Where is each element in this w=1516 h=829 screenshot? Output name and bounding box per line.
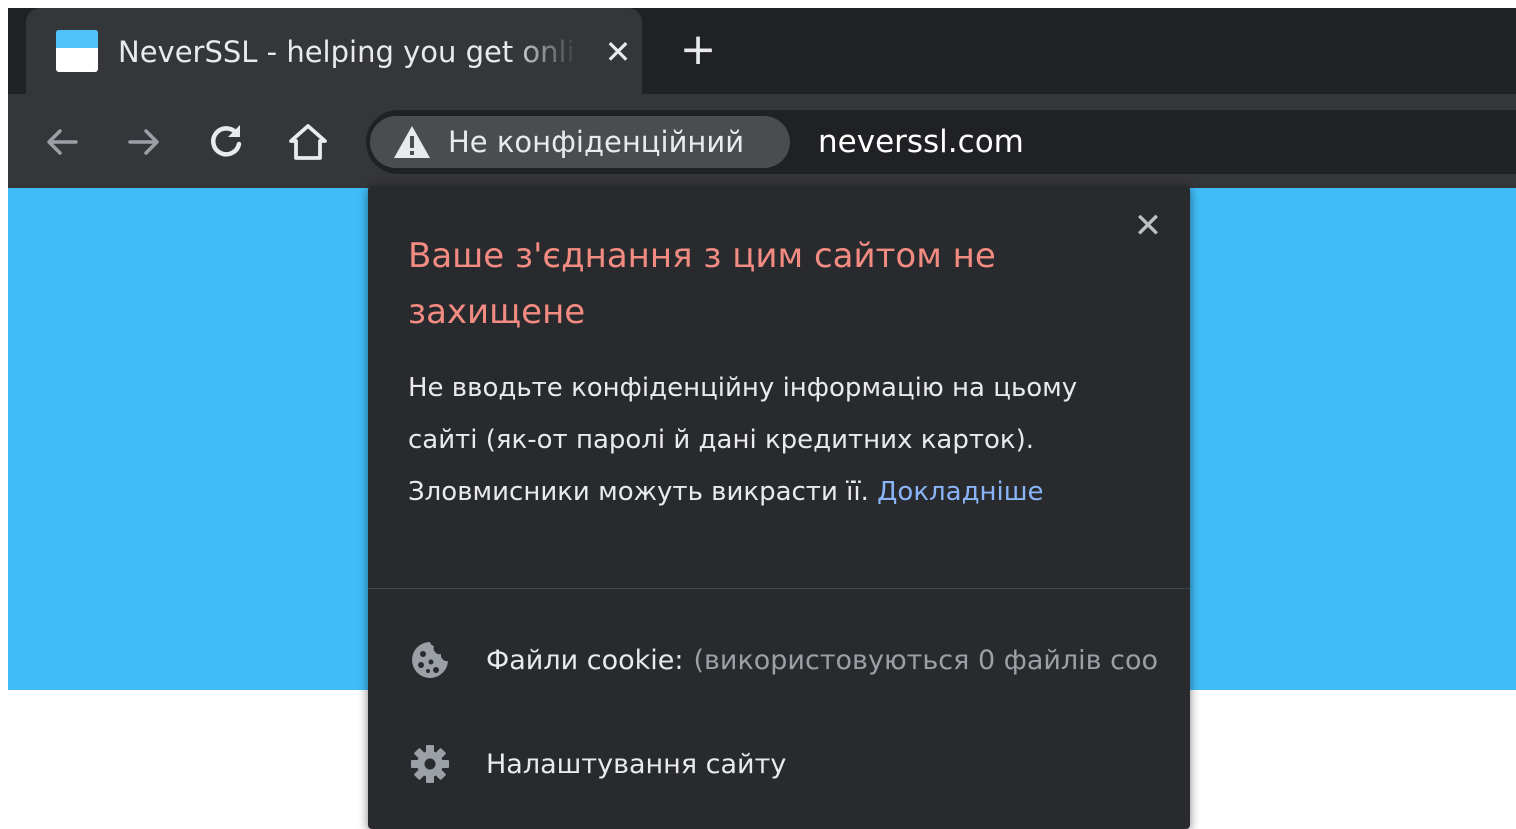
cookies-detail: (використовуються 0 файлів соо [693,644,1159,676]
site-info-popup: ✕ Ваше з'єднання з цим сайтом не захищен… [368,186,1190,829]
forward-button[interactable] [118,116,170,168]
warning-triangle-icon [394,126,430,158]
popup-body: Не вводьте конфіденційну інформацію на ц… [408,362,1128,518]
address-bar[interactable]: Не конфіденційний neverssl.com [366,110,1516,174]
security-indicator-button[interactable]: Не конфіденційний [370,116,790,168]
cookies-label: Файли cookie: [486,644,684,676]
back-arrow-icon [47,129,78,155]
popup-divider [368,588,1190,589]
security-label: Не конфіденційний [448,125,745,159]
tab-strip: NeverSSL - helping you get online ✕ + [8,8,1516,94]
tab-neverssl[interactable]: NeverSSL - helping you get online ✕ [26,8,642,94]
gear-icon [408,742,452,786]
url-text[interactable]: neverssl.com [818,120,1024,164]
tab-close-button[interactable]: ✕ [598,32,638,72]
popup-title: Ваше з'єднання з цим сайтом не захищене [408,236,996,332]
site-settings-label: Налаштування сайту [486,748,787,780]
learn-more-link[interactable]: Докладніше [877,477,1043,507]
home-icon [289,124,327,160]
new-tab-button[interactable]: + [676,28,720,72]
popup-close-button[interactable]: ✕ [1126,204,1170,248]
site-settings-row[interactable]: Налаштування сайту [408,736,1168,792]
cookie-icon [408,638,452,682]
reload-icon [211,125,242,157]
tab-title: NeverSSL - helping you get online [118,35,578,69]
browser-window: NeverSSL - helping you get online ✕ + Не… [8,8,1516,829]
home-button[interactable] [282,116,334,168]
forward-arrow-icon [128,129,159,155]
toolbar: Не конфіденційний neverssl.com [8,94,1516,188]
cookies-row[interactable]: Файли cookie: (використовуються 0 файлів… [408,632,1168,688]
site-favicon-icon [56,30,98,72]
back-button[interactable] [36,116,88,168]
reload-button[interactable] [200,116,252,168]
